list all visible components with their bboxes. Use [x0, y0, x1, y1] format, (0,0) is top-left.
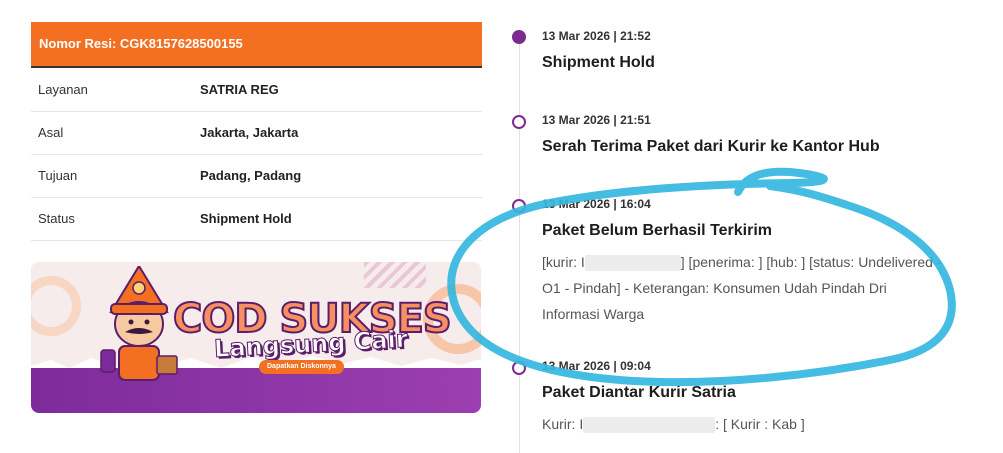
- service-label: Layanan: [38, 81, 88, 97]
- table-row: Asal Jakarta, Jakarta: [31, 111, 482, 154]
- event-description: Kurir: I : [ Kurir : Kab ]: [542, 411, 942, 437]
- origin-value: Jakarta, Jakarta: [200, 125, 299, 140]
- timeline-dot-icon: [512, 199, 526, 213]
- shipment-info-card: Nomor Resi: CGK8157628500155 Layanan SAT…: [31, 22, 482, 241]
- event-title: Serah Terima Paket dari Kurir ke Kantor …: [542, 138, 880, 155]
- redacted-block: [584, 255, 681, 272]
- destination-label: Tujuan: [38, 168, 78, 183]
- decorative-circle: [31, 276, 81, 336]
- timeline-dot-active-icon: [512, 30, 526, 44]
- tracking-number-header: Nomor Resi: CGK8157628500155: [31, 22, 482, 66]
- timeline-line: [519, 36, 520, 453]
- shipment-info-table: Layanan SATRIA REG Asal Jakarta, Jakarta…: [31, 68, 482, 241]
- event-title: Paket Belum Berhasil Terkirim: [542, 222, 773, 239]
- status-label: Status: [38, 211, 75, 226]
- service-value: SATRIA REG: [200, 81, 279, 97]
- table-row: Layanan SATRIA REG: [31, 68, 482, 111]
- event-title: Shipment Hold: [542, 54, 655, 71]
- event-description-part: Kurir: I: [542, 416, 584, 432]
- table-row: Tujuan Padang, Padang: [31, 154, 482, 197]
- destination-value: Padang, Padang: [200, 168, 302, 183]
- event-description: [kurir: I] [penerima: ] [hub: ] [status:…: [542, 249, 942, 327]
- event-title: Paket Diantar Kurir Satria: [542, 384, 736, 401]
- origin-label: Asal: [38, 125, 64, 140]
- decorative-stripes: [364, 262, 426, 288]
- event-time: 13 Mar 2026 | 16:04: [542, 197, 651, 211]
- event-description-part: [kurir: I: [542, 254, 585, 270]
- event-time: 13 Mar 2026 | 21:52: [542, 29, 651, 43]
- timeline-dot-icon: [512, 115, 526, 129]
- cod-promo-banner[interactable]: COD SUKSES Langsung Cair Dapatkan Diskon…: [31, 262, 481, 413]
- status-value: Shipment Hold: [200, 211, 292, 226]
- timeline-dot-icon: [512, 361, 526, 375]
- event-time: 13 Mar 2026 | 21:51: [542, 113, 651, 127]
- event-description-part: : [ Kurir : Kab ]: [715, 416, 805, 432]
- banner-cta-button[interactable]: Dapatkan Diskonnya: [259, 360, 344, 374]
- redacted-block: [583, 417, 716, 434]
- event-time: 13 Mar 2026 | 09:04: [542, 359, 651, 373]
- table-row: Status Shipment Hold: [31, 197, 482, 240]
- mascot-courier-icon: [100, 266, 178, 381]
